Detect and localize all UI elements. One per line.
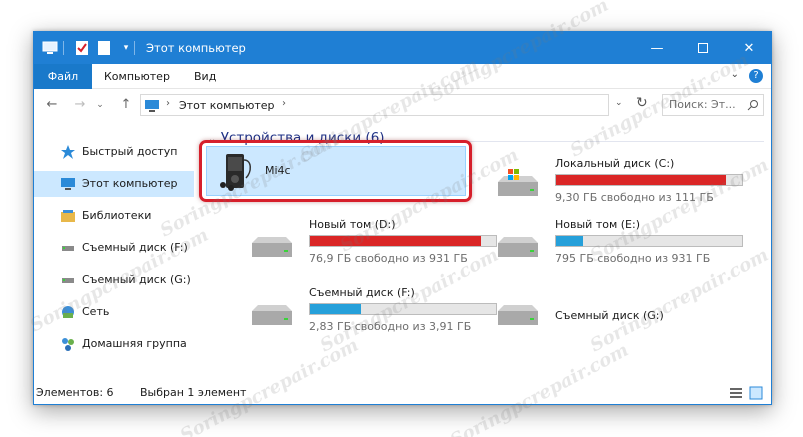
sidebar-item-removable-f[interactable]: Съемный диск (F:)	[34, 235, 194, 261]
drive-usage-bar	[555, 174, 743, 186]
ribbon: Файл Компьютер Вид ⌄ ?	[34, 64, 771, 89]
drive-usage-fill	[310, 304, 362, 314]
refresh-icon[interactable]: ↻	[636, 95, 648, 111]
tab-file[interactable]: Файл	[34, 64, 92, 89]
quick-access-dropdown-icon[interactable]: ▾	[118, 40, 134, 56]
forward-arrow-icon: →	[74, 97, 86, 112]
status-bar: Элементов: 6 Выбран 1 элемент	[34, 382, 771, 404]
up-arrow-icon: ↑	[120, 97, 132, 112]
removable-drive-icon	[62, 278, 74, 283]
sidebar-item-libraries[interactable]: Библиотеки	[34, 203, 194, 229]
chevron-down-icon: ⌄	[96, 100, 104, 110]
status-item-count: Элементов: 6	[36, 386, 114, 399]
sidebar-item-quick-access[interactable]: Быстрый доступ	[34, 139, 194, 165]
navigation-pane: Быстрый доступ Этот компьютер Библиотеки…	[34, 121, 194, 371]
drive-tile-g[interactable]: Съемный диск (G:)	[488, 285, 768, 339]
sidebar-item-label: Быстрый доступ	[82, 145, 178, 158]
drive-label: Новый том (E:)	[555, 218, 640, 231]
title-separator	[63, 41, 64, 55]
drive-free-space: 2,83 ГБ свободно из 3,91 ГБ	[309, 320, 472, 333]
drive-usage-bar	[555, 235, 743, 247]
libraries-icon	[61, 210, 75, 222]
computer-icon	[61, 178, 75, 190]
maximize-button[interactable]	[680, 32, 726, 64]
drive-tile-e[interactable]: Новый том (E:) 795 ГБ свободно из 931 ГБ	[488, 217, 768, 271]
device-tile-mi4c[interactable]: Mi4c	[199, 128, 474, 208]
drive-free-space: 795 ГБ свободно из 931 ГБ	[555, 252, 711, 265]
drive-label: Съемный диск (F:)	[309, 286, 415, 299]
homegroup-icon	[62, 338, 74, 351]
drive-tile-d[interactable]: Новый том (D:) 76,9 ГБ свободно из 931 Г…	[242, 217, 502, 271]
new-folder-icon[interactable]	[96, 40, 112, 56]
drive-usage-fill	[310, 236, 481, 246]
status-selected: Выбран 1 элемент	[140, 386, 247, 399]
title-separator	[134, 41, 135, 55]
drive-tile-c[interactable]: Локальный диск (C:) 9,30 ГБ свободно из …	[488, 156, 768, 210]
tab-view[interactable]: Вид	[194, 64, 216, 89]
sidebar-item-label: Домашняя группа	[82, 337, 187, 350]
sidebar-item-this-pc[interactable]: Этот компьютер	[34, 171, 194, 197]
search-icon	[747, 100, 758, 111]
up-button[interactable]: ↑	[118, 97, 134, 113]
help-icon[interactable]: ?	[749, 69, 763, 83]
computer-icon	[145, 100, 159, 112]
explorer-window: ▾ Этот компьютер — ✕ Файл Компьютер Вид …	[33, 31, 772, 405]
content-pane: ⌄ Устройства и диски (6) Mi4c Локальный …	[199, 128, 770, 368]
network-icon	[62, 306, 74, 318]
search-input[interactable]: Поиск: Эт...	[662, 94, 764, 116]
sidebar-item-label: Съемный диск (G:)	[82, 273, 191, 286]
drive-free-space: 9,30 ГБ свободно из 111 ГБ	[555, 191, 714, 204]
drive-label: Съемный диск (G:)	[555, 309, 664, 322]
drive-usage-fill	[556, 175, 727, 185]
windows-drive-icon	[498, 169, 538, 196]
breadcrumb-chevron-icon[interactable]: ›	[282, 98, 286, 109]
recent-locations-button[interactable]: ⌄	[92, 97, 108, 113]
sidebar-item-network[interactable]: Сеть	[34, 299, 194, 325]
window-title: Этот компьютер	[146, 41, 246, 55]
details-view-icon[interactable]	[729, 386, 743, 400]
drive-free-space: 76,9 ГБ свободно из 931 ГБ	[309, 252, 468, 265]
hard-drive-icon	[498, 237, 538, 257]
expand-ribbon-icon[interactable]: ⌄	[731, 69, 739, 80]
close-button[interactable]: ✕	[726, 32, 772, 64]
sidebar-item-label: Этот компьютер	[82, 177, 178, 190]
breadcrumb-chevron-icon[interactable]: ›	[166, 98, 170, 109]
maximize-icon	[698, 43, 708, 53]
sidebar-item-label: Сеть	[82, 305, 110, 318]
tab-computer[interactable]: Компьютер	[104, 64, 170, 89]
address-dropdown-icon[interactable]: ⌄	[615, 98, 623, 108]
back-button[interactable]: ←	[44, 97, 60, 113]
drive-usage-bar	[309, 235, 497, 247]
removable-drive-icon	[498, 305, 538, 325]
forward-button[interactable]: →	[72, 97, 88, 113]
drive-usage-bar	[309, 303, 497, 315]
removable-drive-icon	[62, 246, 74, 251]
minimize-button[interactable]: —	[634, 32, 680, 64]
removable-drive-icon	[252, 305, 292, 325]
drive-label: Локальный диск (C:)	[555, 157, 675, 170]
sidebar-item-homegroup[interactable]: Домашняя группа	[34, 331, 194, 357]
highlight-ring	[199, 140, 472, 202]
sidebar-item-label: Библиотеки	[82, 209, 152, 222]
drive-label: Новый том (D:)	[309, 218, 396, 231]
sidebar-item-label: Съемный диск (F:)	[82, 241, 188, 254]
tiles-view-icon[interactable]	[749, 386, 763, 400]
title-bar: ▾ Этот компьютер — ✕	[34, 32, 771, 64]
computer-icon[interactable]	[42, 40, 58, 56]
close-icon: ✕	[743, 40, 755, 56]
properties-icon[interactable]	[74, 40, 90, 56]
sidebar-item-removable-g[interactable]: Съемный диск (G:)	[34, 267, 194, 293]
minimize-icon: —	[650, 40, 664, 56]
drive-usage-fill	[556, 236, 584, 246]
hard-drive-icon	[252, 237, 292, 257]
star-icon	[61, 145, 75, 159]
search-placeholder: Поиск: Эт...	[669, 98, 736, 111]
address-bar: ← → ⌄ ↑ › Этот компьютер › ⌄ ↻ Поиск: Эт…	[34, 89, 771, 121]
back-arrow-icon: ←	[46, 97, 58, 112]
breadcrumb-current[interactable]: Этот компьютер	[179, 99, 275, 112]
drive-tile-f[interactable]: Съемный диск (F:) 2,83 ГБ свободно из 3,…	[242, 285, 502, 339]
